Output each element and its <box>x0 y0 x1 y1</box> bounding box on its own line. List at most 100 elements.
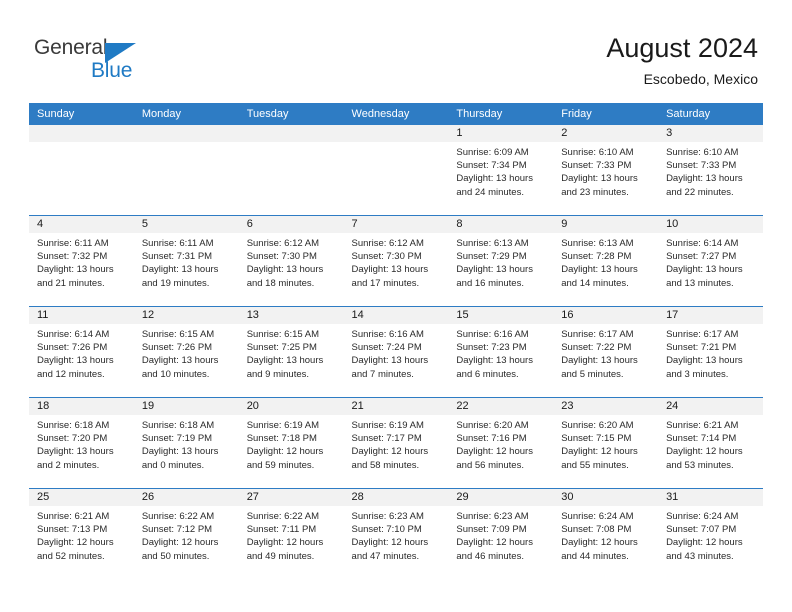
calendar-day-cell[interactable]: 21 Sunrise: 6:19 AM Sunset: 7:17 PM Dayligh… <box>343 398 449 488</box>
day-details: Sunrise: 6:10 AM Sunset: 7:33 PM Daylight:… <box>553 142 658 199</box>
day-detail-daylight1: Daylight: 13 hours <box>246 355 324 367</box>
calendar-day-cell[interactable]: 9 Sunrise: 6:13 AM Sunset: 7:28 PM Daylight… <box>553 216 659 306</box>
calendar-cell[interactable]: 11 Sunrise: 6:14 AM Sunset: 7:26 PM Dayligh… <box>29 306 134 398</box>
calendar-cell[interactable] <box>133 125 239 216</box>
calendar-cell[interactable]: 29 Sunrise: 6:23 AM Sunset: 7:09 PM Dayligh… <box>448 488 554 579</box>
calendar-cell[interactable]: 19 Sunrise: 6:18 AM Sunset: 7:19 PM Dayligh… <box>133 397 239 489</box>
day-detail-sunset: Sunset: 7:27 PM <box>666 251 737 263</box>
calendar-cell[interactable]: 10 Sunrise: 6:14 AM Sunset: 7:27 PM Dayligh… <box>658 215 763 307</box>
weekday-header-friday: Friday <box>553 103 659 125</box>
day-detail-daylight2: and 53 minutes. <box>666 459 734 471</box>
day-details: Sunrise: 6:20 AM Sunset: 7:15 PM Daylight:… <box>553 415 658 472</box>
calendar-day-cell[interactable]: 12 Sunrise: 6:15 AM Sunset: 7:26 PM Dayligh… <box>133 307 239 397</box>
calendar-day-cell[interactable]: 28 Sunrise: 6:23 AM Sunset: 7:10 PM Dayligh… <box>343 489 449 579</box>
calendar-cell[interactable]: 6 Sunrise: 6:12 AM Sunset: 7:30 PM Daylight… <box>238 215 344 307</box>
calendar-day-cell[interactable]: 25 Sunrise: 6:21 AM Sunset: 7:13 PM Dayligh… <box>29 489 134 579</box>
calendar-cell[interactable]: 1 Sunrise: 6:09 AM Sunset: 7:34 PM Daylight… <box>448 125 554 216</box>
calendar-cell[interactable] <box>343 125 449 216</box>
calendar-day-cell[interactable]: 2 Sunrise: 6:10 AM Sunset: 7:33 PM Daylight… <box>553 125 659 215</box>
day-detail-sunset: Sunset: 7:12 PM <box>141 524 213 536</box>
calendar-cell[interactable]: 28 Sunrise: 6:23 AM Sunset: 7:10 PM Dayligh… <box>343 488 449 579</box>
calendar-day-cell[interactable]: 15 Sunrise: 6:16 AM Sunset: 7:23 PM Dayligh… <box>448 307 554 397</box>
calendar-cell[interactable]: 18 Sunrise: 6:18 AM Sunset: 7:20 PM Dayligh… <box>29 397 134 489</box>
calendar-cell[interactable]: 2 Sunrise: 6:10 AM Sunset: 7:33 PM Daylight… <box>553 125 659 216</box>
calendar-cell[interactable]: 3 Sunrise: 6:10 AM Sunset: 7:33 PM Daylight… <box>658 125 763 216</box>
calendar-day-cell[interactable]: 23 Sunrise: 6:20 AM Sunset: 7:15 PM Dayligh… <box>553 398 659 488</box>
calendar-cell[interactable]: 12 Sunrise: 6:15 AM Sunset: 7:26 PM Dayligh… <box>133 306 239 398</box>
calendar-cell[interactable]: 24 Sunrise: 6:21 AM Sunset: 7:14 PM Dayligh… <box>658 397 763 489</box>
day-number: 31 <box>658 489 763 506</box>
calendar-cell[interactable]: 22 Sunrise: 6:20 AM Sunset: 7:16 PM Dayligh… <box>448 397 554 489</box>
day-detail-daylight2: and 19 minutes. <box>141 277 210 289</box>
calendar-day-cell[interactable]: 20 Sunrise: 6:19 AM Sunset: 7:18 PM Dayligh… <box>238 398 344 488</box>
day-detail-daylight2: and 24 minutes. <box>456 186 524 198</box>
weekday-header-saturday: Saturday <box>658 103 763 125</box>
calendar-day-cell[interactable]: 22 Sunrise: 6:20 AM Sunset: 7:16 PM Dayligh… <box>448 398 554 488</box>
day-detail-sunrise: Sunrise: 6:20 AM <box>561 420 634 431</box>
calendar-day-cell[interactable]: 27 Sunrise: 6:22 AM Sunset: 7:11 PM Dayligh… <box>238 489 344 579</box>
day-detail-sunset: Sunset: 7:18 PM <box>246 433 317 445</box>
calendar-cell[interactable]: 8 Sunrise: 6:13 AM Sunset: 7:29 PM Daylight… <box>448 215 554 307</box>
calendar-cell[interactable]: 16 Sunrise: 6:17 AM Sunset: 7:22 PM Dayligh… <box>553 306 659 398</box>
day-number: 19 <box>133 398 239 415</box>
day-detail-daylight1: Daylight: 12 hours <box>666 446 743 458</box>
day-detail-sunset: Sunset: 7:10 PM <box>351 524 422 536</box>
calendar-cell-empty <box>29 125 134 215</box>
calendar-cell[interactable] <box>29 125 134 216</box>
day-details: Sunrise: 6:22 AM Sunset: 7:11 PM Daylight:… <box>239 506 344 563</box>
weekday-header-tuesday: Tuesday <box>238 103 344 125</box>
calendar-cell[interactable]: 17 Sunrise: 6:17 AM Sunset: 7:21 PM Dayligh… <box>658 306 763 398</box>
day-number: 14 <box>343 307 449 324</box>
day-details: Sunrise: 6:22 AM Sunset: 7:12 PM Daylight:… <box>134 506 239 563</box>
calendar-cell[interactable]: 14 Sunrise: 6:16 AM Sunset: 7:24 PM Dayligh… <box>343 306 449 398</box>
calendar-day-cell[interactable]: 5 Sunrise: 6:11 AM Sunset: 7:31 PM Daylight… <box>133 216 239 306</box>
calendar-cell[interactable]: 25 Sunrise: 6:21 AM Sunset: 7:13 PM Dayligh… <box>29 488 134 579</box>
day-detail-sunrise: Sunrise: 6:22 AM <box>246 511 320 522</box>
calendar-day-cell[interactable]: 14 Sunrise: 6:16 AM Sunset: 7:24 PM Dayligh… <box>343 307 449 397</box>
calendar-cell[interactable]: 5 Sunrise: 6:11 AM Sunset: 7:31 PM Daylight… <box>133 215 239 307</box>
calendar-week-row: 1 Sunrise: 6:09 AM Sunset: 7:34 PM Daylight… <box>29 125 763 216</box>
calendar-day-cell[interactable]: 19 Sunrise: 6:18 AM Sunset: 7:19 PM Dayligh… <box>133 398 239 488</box>
calendar-cell[interactable]: 31 Sunrise: 6:24 AM Sunset: 7:07 PM Dayligh… <box>658 488 763 579</box>
calendar-cell[interactable]: 9 Sunrise: 6:13 AM Sunset: 7:28 PM Daylight… <box>553 215 659 307</box>
day-detail-sunset: Sunset: 7:21 PM <box>666 342 737 354</box>
calendar-cell[interactable]: 30 Sunrise: 6:24 AM Sunset: 7:08 PM Dayligh… <box>553 488 659 579</box>
day-number: 12 <box>133 307 239 324</box>
calendar-day-cell[interactable]: 16 Sunrise: 6:17 AM Sunset: 7:22 PM Dayligh… <box>553 307 659 397</box>
day-details: Sunrise: 6:19 AM Sunset: 7:18 PM Daylight:… <box>239 415 344 472</box>
calendar-cell[interactable]: 26 Sunrise: 6:22 AM Sunset: 7:12 PM Dayligh… <box>133 488 239 579</box>
calendar-day-cell[interactable]: 24 Sunrise: 6:21 AM Sunset: 7:14 PM Dayligh… <box>658 398 763 488</box>
calendar-day-cell[interactable]: 4 Sunrise: 6:11 AM Sunset: 7:32 PM Daylight… <box>29 216 134 306</box>
day-detail-daylight1: Daylight: 12 hours <box>246 537 324 549</box>
calendar-cell[interactable]: 15 Sunrise: 6:16 AM Sunset: 7:23 PM Dayligh… <box>448 306 554 398</box>
calendar-day-cell[interactable]: 30 Sunrise: 6:24 AM Sunset: 7:08 PM Dayligh… <box>553 489 659 579</box>
day-detail-daylight2: and 56 minutes. <box>456 459 524 471</box>
calendar-cell[interactable]: 27 Sunrise: 6:22 AM Sunset: 7:11 PM Dayligh… <box>238 488 344 579</box>
calendar-day-cell[interactable]: 1 Sunrise: 6:09 AM Sunset: 7:34 PM Daylight… <box>448 125 554 215</box>
calendar-day-cell[interactable]: 29 Sunrise: 6:23 AM Sunset: 7:09 PM Dayligh… <box>448 489 554 579</box>
calendar-day-cell[interactable]: 6 Sunrise: 6:12 AM Sunset: 7:30 PM Daylight… <box>238 216 344 306</box>
day-detail-daylight1: Daylight: 13 hours <box>351 264 429 276</box>
day-detail-sunset: Sunset: 7:25 PM <box>246 342 317 354</box>
calendar-day-cell[interactable]: 26 Sunrise: 6:22 AM Sunset: 7:12 PM Dayligh… <box>133 489 239 579</box>
calendar-day-cell[interactable]: 10 Sunrise: 6:14 AM Sunset: 7:27 PM Dayligh… <box>658 216 763 306</box>
calendar-day-cell[interactable]: 17 Sunrise: 6:17 AM Sunset: 7:21 PM Dayligh… <box>658 307 763 397</box>
calendar-cell[interactable] <box>238 125 344 216</box>
day-details: Sunrise: 6:21 AM Sunset: 7:14 PM Daylight:… <box>658 415 763 472</box>
calendar-cell[interactable]: 23 Sunrise: 6:20 AM Sunset: 7:15 PM Dayligh… <box>553 397 659 489</box>
calendar-cell[interactable]: 4 Sunrise: 6:11 AM Sunset: 7:32 PM Daylight… <box>29 215 134 307</box>
day-detail-daylight2: and 16 minutes. <box>456 277 524 289</box>
day-detail-daylight1: Daylight: 12 hours <box>246 446 324 458</box>
calendar-day-cell[interactable]: 13 Sunrise: 6:15 AM Sunset: 7:25 PM Dayligh… <box>238 307 344 397</box>
day-number <box>343 125 449 142</box>
calendar-cell[interactable]: 7 Sunrise: 6:12 AM Sunset: 7:30 PM Daylight… <box>343 215 449 307</box>
calendar-day-cell[interactable]: 11 Sunrise: 6:14 AM Sunset: 7:26 PM Dayligh… <box>29 307 134 397</box>
calendar-day-cell[interactable]: 8 Sunrise: 6:13 AM Sunset: 7:29 PM Daylight… <box>448 216 554 306</box>
calendar-cell[interactable]: 13 Sunrise: 6:15 AM Sunset: 7:25 PM Dayligh… <box>238 306 344 398</box>
calendar-day-cell[interactable]: 3 Sunrise: 6:10 AM Sunset: 7:33 PM Daylight… <box>658 125 763 215</box>
calendar-day-cell[interactable]: 31 Sunrise: 6:24 AM Sunset: 7:07 PM Dayligh… <box>658 489 763 579</box>
calendar-day-cell[interactable]: 7 Sunrise: 6:12 AM Sunset: 7:30 PM Daylight… <box>343 216 449 306</box>
calendar-day-cell[interactable]: 18 Sunrise: 6:18 AM Sunset: 7:20 PM Dayligh… <box>29 398 134 488</box>
calendar-cell[interactable]: 21 Sunrise: 6:19 AM Sunset: 7:17 PM Dayligh… <box>343 397 449 489</box>
calendar-cell[interactable]: 20 Sunrise: 6:19 AM Sunset: 7:18 PM Dayligh… <box>238 397 344 489</box>
